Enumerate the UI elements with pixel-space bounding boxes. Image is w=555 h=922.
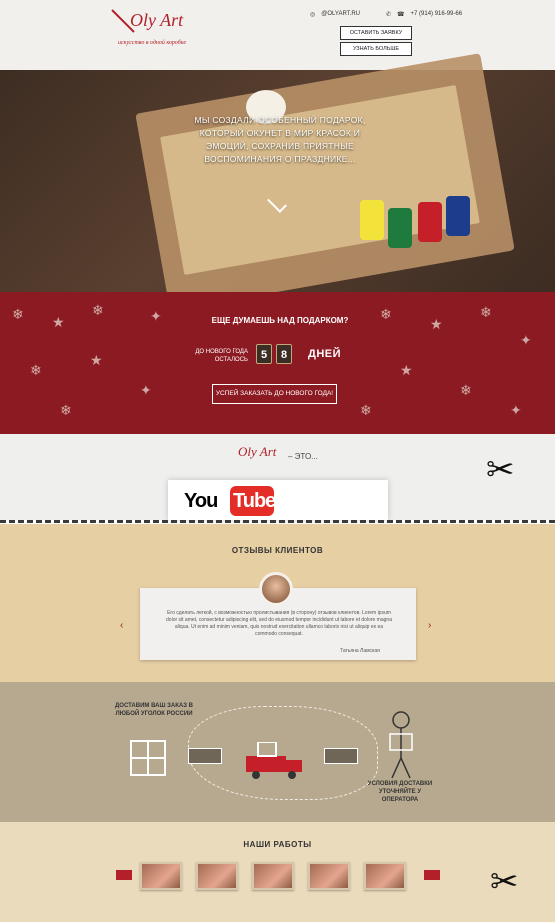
work-thumbnail[interactable] — [196, 862, 238, 890]
arrow-right-icon — [188, 748, 222, 764]
learn-more-button[interactable]: УЗНАТЬ БОЛЬШЕ — [340, 42, 412, 56]
arrow-left-icon[interactable] — [116, 870, 132, 880]
stocking-icon: ★ — [52, 314, 65, 330]
deer-icon: ❄ — [480, 304, 492, 320]
stocking-icon: ★ — [430, 316, 443, 332]
work-thumbnail[interactable] — [252, 862, 294, 890]
order-before-new-year-button[interactable]: УСПЕЙ ЗАКАЗАТЬ ДО НОВОГО ГОДА! — [212, 384, 337, 404]
ornament-icon: ❄ — [380, 306, 392, 322]
page-root: Oly Art искусство в одной коробке ◎ @OLY… — [0, 0, 555, 922]
about-logo: Oly Art — [238, 444, 277, 459]
phone-number[interactable]: +7 (914) 916-99-66 — [411, 11, 463, 17]
reviews-title: ОТЗЫВЫ КЛИЕНТОВ — [231, 546, 324, 555]
instagram-icon[interactable]: ◎ — [310, 11, 315, 18]
gift-icon — [130, 740, 166, 776]
about-suffix: – ЭТО... — [288, 452, 318, 461]
countdown-label: ДО НОВОГО ГОДА ОСТАЛОСЬ — [195, 349, 248, 363]
youtube-logo-you: You — [184, 490, 218, 512]
star-icon: ★ — [90, 352, 103, 368]
video-player[interactable]: You Tube — [168, 480, 388, 520]
countdown-question: ЕЩЕ ДУМАЕШЬ НАД ПОДАРКОМ? — [211, 316, 349, 325]
whatsapp-icon[interactable]: ✆ — [386, 11, 391, 18]
work-thumbnail[interactable] — [308, 862, 350, 890]
courier-icon — [389, 711, 413, 779]
star-icon: ✦ — [510, 402, 522, 418]
viber-icon[interactable]: ☎ — [397, 11, 404, 18]
star-icon: ★ — [400, 362, 413, 378]
ornament-icon: ❄ — [12, 306, 24, 322]
works-section: НАШИ РАБОТЫ ✂ — [0, 822, 555, 922]
delivery-truck-icon — [246, 742, 302, 779]
work-thumbnail[interactable] — [364, 862, 406, 890]
ornament-icon: ❄ — [460, 382, 472, 398]
reviews-section: ОТЗЫВЫ КЛИЕНТОВ Его сделать легкой, с во… — [0, 524, 555, 682]
paint-jar-red — [418, 202, 442, 242]
delivery-left-text: ДОСТАВИМ ВАШ ЗАКАЗ В ЛЮБОЙ УГОЛОК РОССИИ — [115, 703, 193, 717]
countdown-unit: ДНЕЙ — [308, 348, 342, 360]
deer-icon: ❄ — [360, 402, 372, 418]
arrow-right-icon[interactable] — [424, 870, 440, 880]
countdown-digit: 8 — [276, 344, 292, 364]
star-icon: ❄ — [60, 402, 72, 418]
works-title: НАШИ РАБОТЫ — [243, 840, 312, 849]
scissors-icon: ✂ — [486, 451, 515, 489]
paint-jar-green — [388, 208, 412, 248]
countdown-digit: 5 — [256, 344, 272, 364]
logo-slogan: искусство в одной коробке — [118, 40, 187, 46]
brush-icon — [111, 9, 135, 33]
ornament-icon: ✦ — [140, 382, 152, 398]
chevron-right-icon[interactable]: › — [428, 620, 431, 631]
arrow-right-icon — [324, 748, 358, 764]
ornament-icon: ✦ — [520, 332, 532, 348]
hero-section: МЫ СОЗДАЛИ ОСОБЕННЫЙ ПОДАРОК, КОТОРЫЙ ОК… — [0, 53, 555, 311]
paint-jar-blue — [446, 196, 470, 236]
youtube-logo-tube: Tube — [230, 486, 276, 516]
countdown-section: ❄ ★ ❄ ✦ ❄ ★ ✦ ❄ ❄ ★ ❄ ✦ ★ ❄ ✦ ❄ ЕЩЕ ДУМА… — [0, 292, 555, 434]
ornament-icon: ✦ — [150, 308, 162, 324]
delivery-section: ДОСТАВИМ ВАШ ЗАКАЗ В ЛЮБОЙ УГОЛОК РОССИИ… — [0, 682, 555, 822]
review-text: Его сделать легкой, с возможностью проли… — [166, 610, 392, 637]
instagram-handle[interactable]: @OLYART.RU — [321, 11, 360, 17]
scissors-icon: ✂ — [490, 863, 519, 901]
delivery-right-text: УСЛОВИЯ ДОСТАВКИ УТОЧНЯЙТЕ У ОПЕРАТОРА — [367, 781, 433, 803]
about-section: Oly Art – ЭТО... You Tube ✂ — [0, 434, 555, 520]
leave-request-button[interactable]: ОСТАВИТЬ ЗАЯВКУ — [340, 26, 412, 40]
chevron-left-icon[interactable]: ‹ — [120, 620, 123, 631]
deer-icon: ❄ — [92, 302, 104, 318]
avatar — [259, 572, 293, 606]
work-thumbnail[interactable] — [140, 862, 182, 890]
works-gallery — [140, 862, 406, 890]
logo[interactable]: Oly Art искусство в одной коробке — [108, 6, 198, 58]
paint-jar-yellow — [360, 200, 384, 240]
ornament-icon: ❄ — [30, 362, 42, 378]
hero-text: МЫ СОЗДАЛИ ОСОБЕННЫЙ ПОДАРОК, КОТОРЫЙ ОК… — [194, 115, 366, 164]
review-author: Татьяна Ламская — [340, 648, 380, 654]
header-contacts: ◎ @OLYART.RU ✆ ☎ +7 (914) 916-99-66 — [310, 8, 462, 20]
countdown-digits: 5 8 — [256, 344, 292, 364]
